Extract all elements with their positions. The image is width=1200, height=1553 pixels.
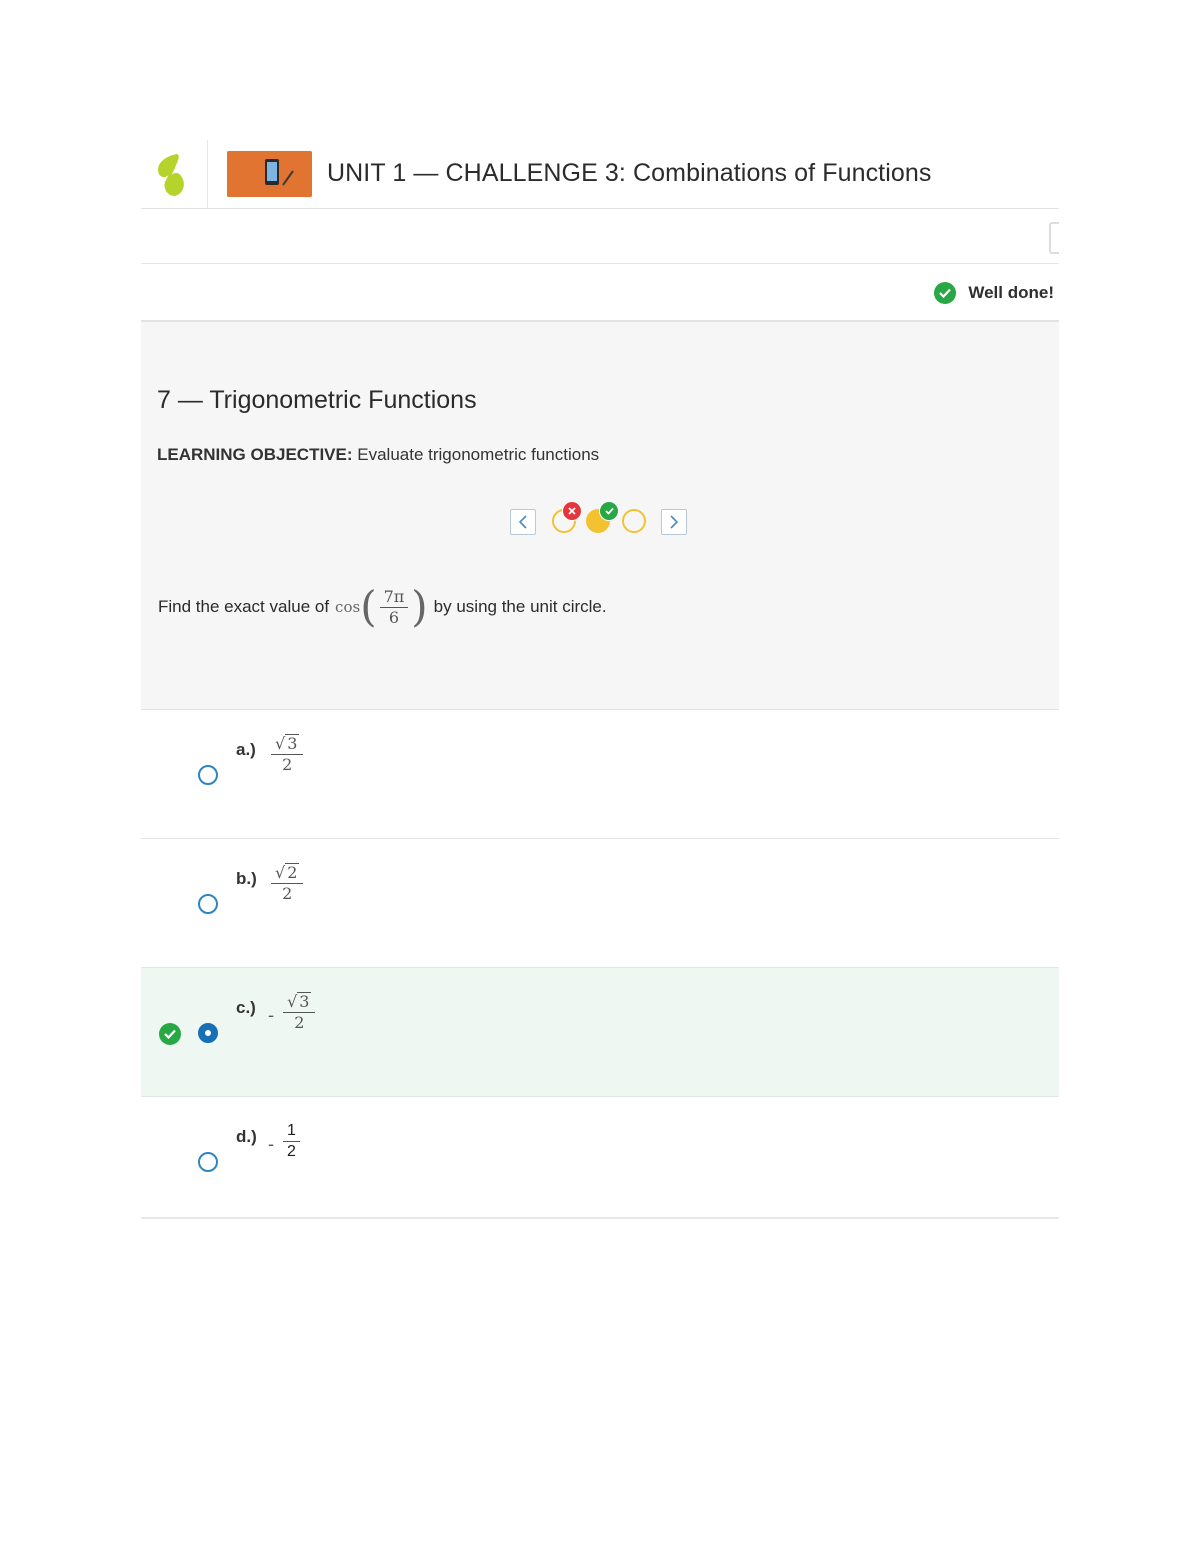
unit-title: UNIT 1 — CHALLENGE 3: Combinations of Fu… <box>327 159 932 187</box>
radio-button[interactable] <box>198 765 218 785</box>
prompt-text-before: Find the exact value of <box>158 597 330 616</box>
check-circle-icon <box>934 282 957 304</box>
angle-fraction: 7π 6 <box>379 586 409 628</box>
prompt-text-after: by using the unit circle. <box>433 597 607 616</box>
option-letter: c.) <box>236 998 256 1017</box>
option-value: √ 2 2 <box>268 863 306 904</box>
learning-objective: LEARNING OBJECTIVE: Evaluate trigonometr… <box>157 445 599 465</box>
answer-option-a[interactable]: a.) √ 3 2 <box>141 710 1059 839</box>
toolbar-strip <box>141 209 1059 264</box>
option-denominator: 2 <box>287 1143 296 1160</box>
objective-text: Evaluate trigonometric functions <box>357 445 600 464</box>
option-radicand: 3 <box>285 734 300 753</box>
chevron-right-icon <box>670 515 679 529</box>
option-denominator: 2 <box>282 755 293 774</box>
question-prompt: Find the exact value of cos ( 7π 6 ) by … <box>158 586 607 628</box>
answer-option-d[interactable]: d.) - 1 2 <box>141 1097 1059 1219</box>
correct-answer-check-icon <box>159 1023 181 1045</box>
option-letter: a.) <box>236 740 256 759</box>
angle-denominator: 6 <box>388 607 400 627</box>
right-paren: ) <box>411 582 428 631</box>
objective-label: LEARNING OBJECTIVE: <box>157 445 353 464</box>
answer-option-b[interactable]: b.) √ 2 2 <box>141 839 1059 968</box>
status-message: Well done! <box>934 282 1054 304</box>
option-value: - √ 3 2 <box>268 992 318 1033</box>
option-sqrt: √ 3 <box>275 734 300 753</box>
option-sqrt: √ 3 <box>287 992 312 1011</box>
page-header: UNIT 1 — CHALLENGE 3: Combinations of Fu… <box>141 138 1059 209</box>
option-letter: d.) <box>236 1127 257 1146</box>
header-divider <box>207 140 208 208</box>
option-fraction: √ 2 2 <box>271 863 304 904</box>
option-sqrt: √ 2 <box>275 863 300 882</box>
challenge-page: UNIT 1 — CHALLENGE 3: Combinations of Fu… <box>141 138 1059 1219</box>
chevron-left-icon <box>518 515 527 529</box>
status-bar: Well done! <box>141 264 1059 322</box>
option-numerator: 1 <box>287 1122 296 1139</box>
incorrect-x-icon <box>562 501 582 521</box>
question-panel: 7 — Trigonometric Functions LEARNING OBJ… <box>141 322 1059 710</box>
option-radicand: 3 <box>297 992 312 1011</box>
negative-sign: - <box>268 1005 275 1026</box>
left-paren: ( <box>360 582 377 631</box>
answer-list: a.) √ 3 2 b.) √ 2 2 c.) - √ 3 2 d.) - 1 … <box>141 710 1059 1219</box>
radio-button-selected[interactable] <box>198 1023 218 1043</box>
negative-sign: - <box>268 1134 274 1154</box>
option-fraction: √ 3 2 <box>283 992 316 1033</box>
sophia-logo-icon[interactable] <box>153 152 187 198</box>
radio-button[interactable] <box>198 1152 218 1172</box>
attempt-dot-3[interactable] <box>622 509 646 533</box>
option-value: - 1 2 <box>268 1121 303 1162</box>
option-denominator: 2 <box>294 1013 305 1032</box>
option-letter: b.) <box>236 869 257 888</box>
answer-option-c[interactable]: c.) - √ 3 2 <box>141 968 1059 1097</box>
question-pager <box>510 500 690 544</box>
question-title: 7 — Trigonometric Functions <box>157 386 477 414</box>
toolbar-button[interactable] <box>1049 222 1059 254</box>
option-radicand: 2 <box>285 863 300 882</box>
next-question-button[interactable] <box>661 509 687 535</box>
option-value: √ 3 2 <box>268 734 306 775</box>
unit-thumbnail <box>227 151 312 197</box>
cos-function: cos <box>335 598 361 616</box>
option-fraction: 1 2 <box>283 1121 300 1162</box>
option-denominator: 2 <box>282 884 293 903</box>
previous-question-button[interactable] <box>510 509 536 535</box>
option-fraction: √ 3 2 <box>271 734 304 775</box>
angle-numerator: 7π <box>383 586 405 606</box>
correct-check-icon <box>599 501 619 521</box>
status-text: Well done! <box>968 283 1054 302</box>
radio-button[interactable] <box>198 894 218 914</box>
